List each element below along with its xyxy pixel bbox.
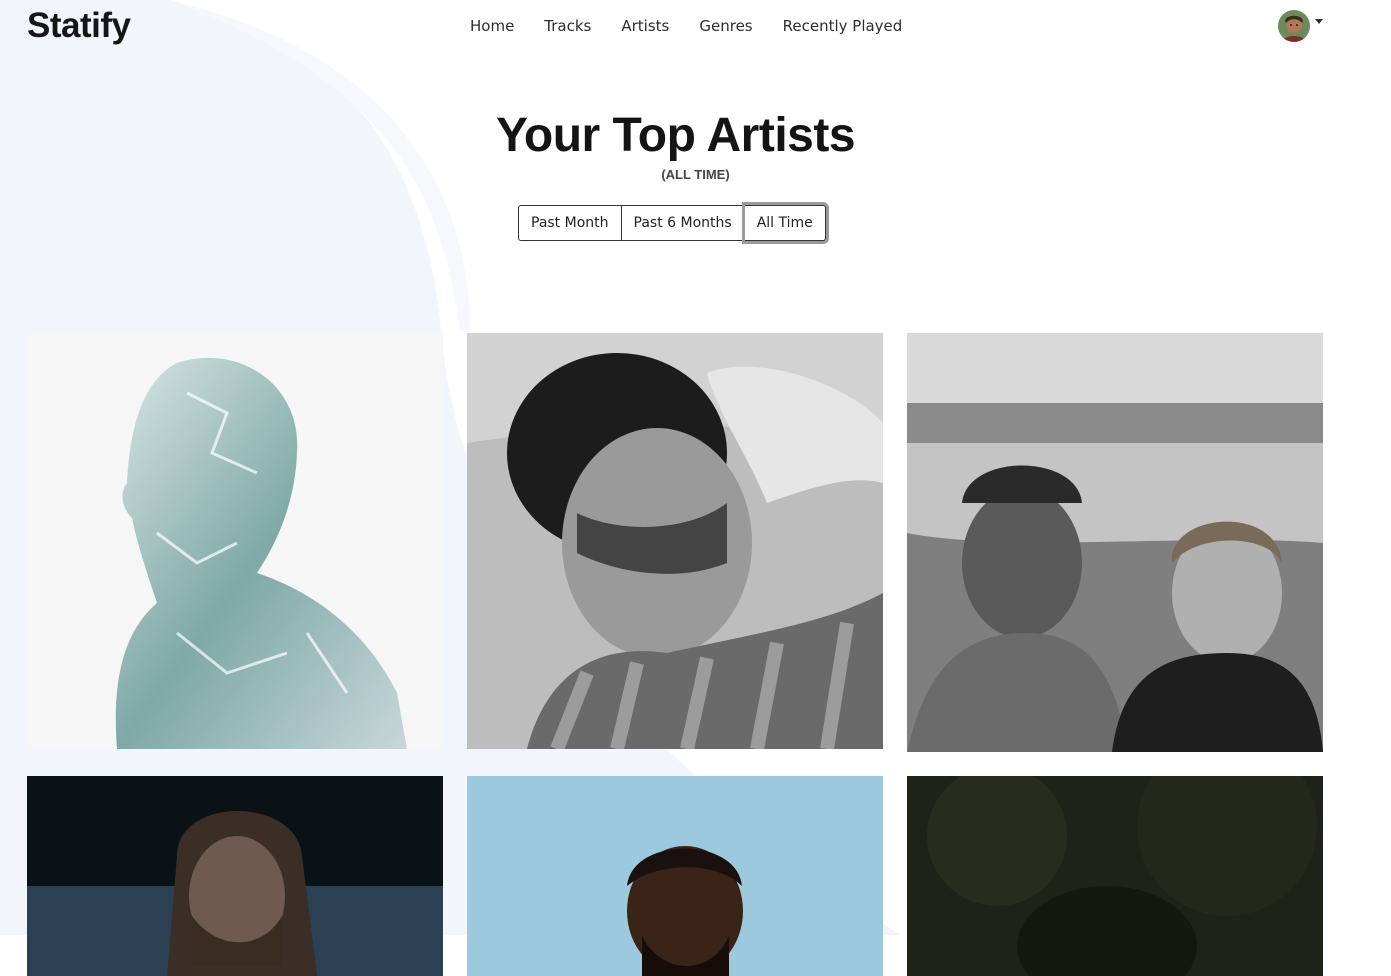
page-title: Your Top Artists: [495, 109, 856, 162]
nav-item-genres[interactable]: Genres: [684, 15, 767, 37]
artist-card[interactable]: [27, 333, 443, 749]
artist-image: [467, 333, 883, 749]
brand-logo[interactable]: Statify: [27, 6, 131, 46]
artist-card[interactable]: [907, 333, 1323, 752]
artist-image: [27, 776, 443, 976]
nav-item-recently-played[interactable]: Recently Played: [768, 15, 918, 37]
artist-card[interactable]: [907, 776, 1323, 976]
artist-card[interactable]: [467, 776, 883, 976]
artist-image: [27, 333, 443, 749]
nav-item-home[interactable]: Home: [455, 15, 529, 37]
past-month-button[interactable]: Past Month: [518, 205, 622, 241]
artist-image: [907, 333, 1323, 752]
artist-card[interactable]: [27, 776, 443, 976]
past-6-months-button[interactable]: Past 6 Months: [621, 205, 745, 241]
avatar-icon[interactable]: [1278, 10, 1310, 42]
nav-item-artists[interactable]: Artists: [606, 15, 684, 37]
nav-item-tracks[interactable]: Tracks: [529, 15, 606, 37]
nav-links: Home Tracks Artists Genres Recently Play…: [455, 15, 917, 37]
chevron-down-icon[interactable]: [1315, 18, 1323, 24]
page-header: Your Top Artists (ALL TIME): [0, 100, 1391, 182]
all-time-button[interactable]: All Time: [744, 205, 826, 241]
artist-image: [467, 776, 883, 976]
time-range-selector: Past Month Past 6 Months All Time: [518, 205, 826, 241]
top-navbar: Statify Home Tracks Artists Genres Recen…: [0, 0, 1391, 54]
user-menu[interactable]: [1278, 10, 1323, 42]
artist-image: [907, 776, 1323, 976]
period-label: (ALL TIME): [661, 167, 730, 182]
artist-card[interactable]: [467, 333, 883, 749]
